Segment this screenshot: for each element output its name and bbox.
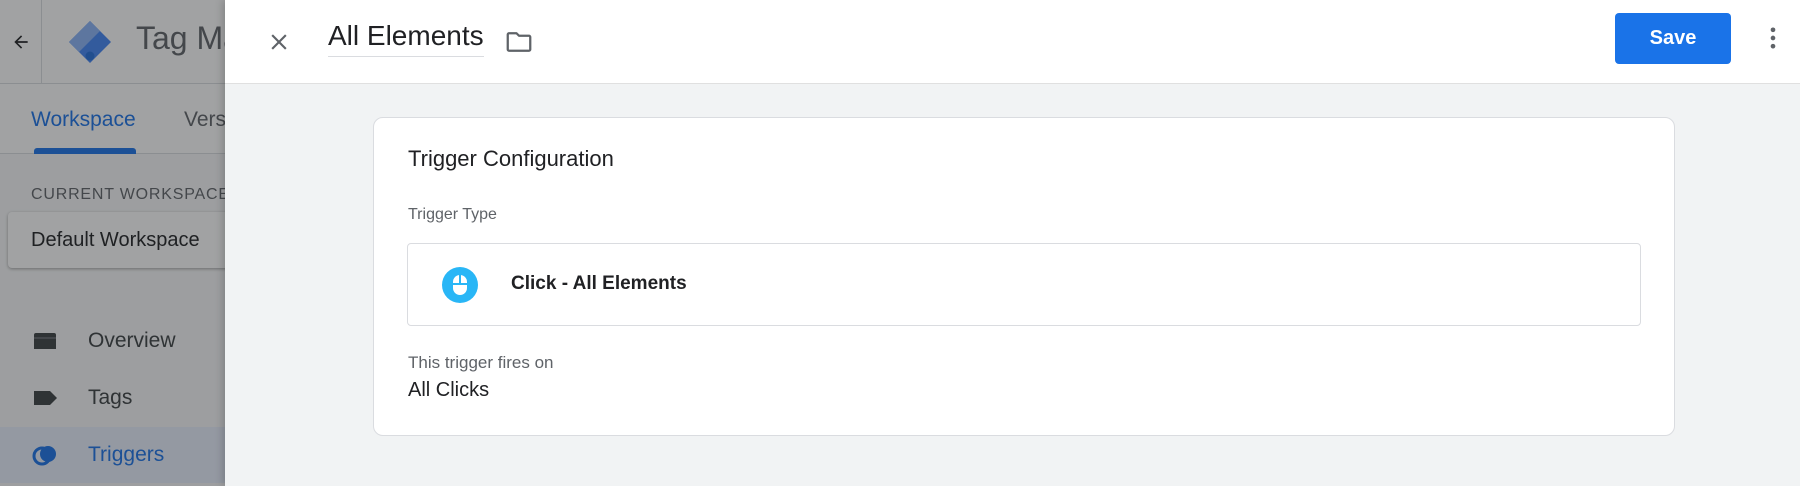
- trigger-type-selector[interactable]: Click - All Elements: [407, 243, 1641, 326]
- mouse-click-icon: [442, 267, 478, 303]
- card-title: Trigger Configuration: [408, 146, 614, 171]
- trigger-type-label: Trigger Type: [408, 206, 497, 223]
- more-vert-icon: [1770, 27, 1776, 49]
- trigger-type-name: Click - All Elements: [511, 273, 687, 294]
- trigger-editor-panel: All Elements Save Trigger Configuration …: [225, 0, 1800, 486]
- close-button[interactable]: [257, 20, 301, 64]
- folder-outline-icon: [506, 32, 532, 52]
- panel-header: All Elements Save: [225, 0, 1800, 84]
- fires-on-value: All Clicks: [408, 379, 490, 401]
- folder-button[interactable]: [499, 22, 539, 62]
- fires-on-label: This trigger fires on: [408, 353, 554, 372]
- trigger-name-field[interactable]: All Elements: [328, 20, 484, 57]
- save-button[interactable]: Save: [1615, 13, 1731, 64]
- more-options-button[interactable]: [1753, 18, 1793, 58]
- close-icon: [271, 34, 287, 50]
- trigger-configuration-card: Trigger Configuration Trigger Type Click…: [373, 117, 1675, 436]
